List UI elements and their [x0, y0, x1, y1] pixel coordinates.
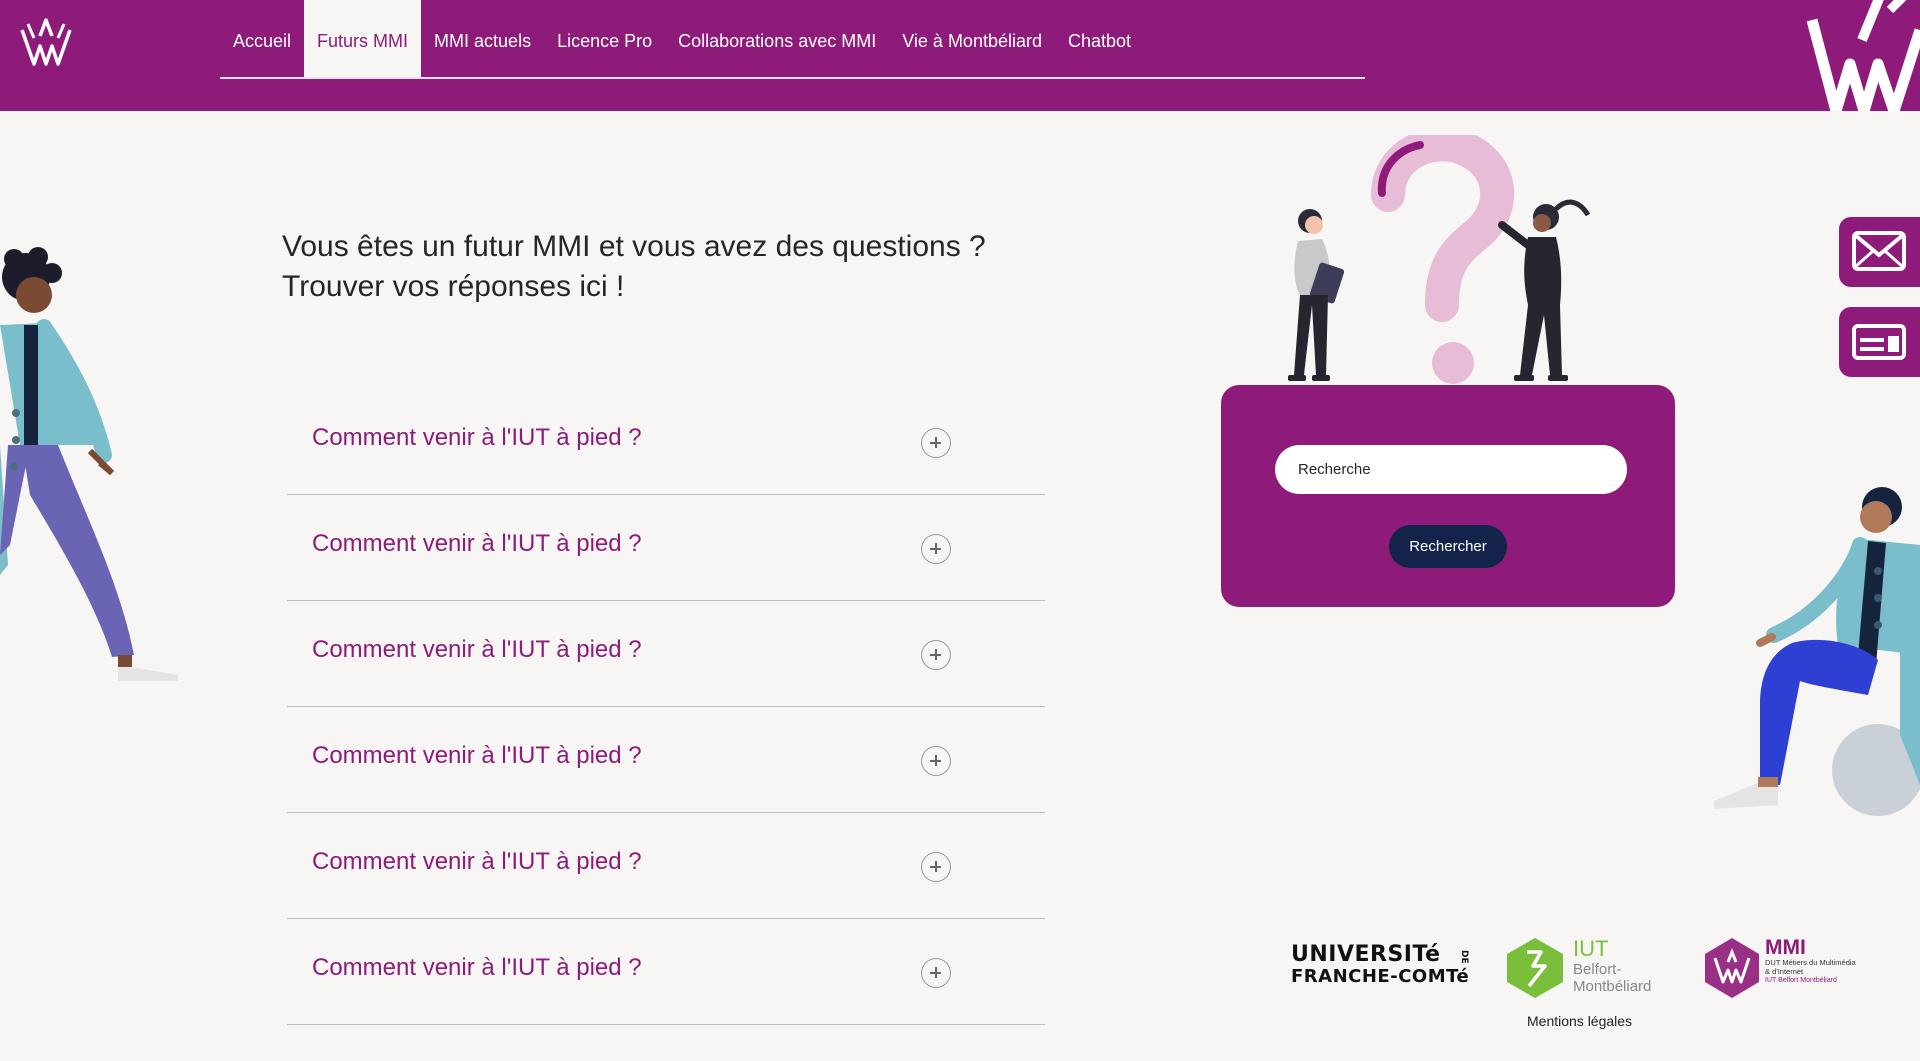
nav-vie-montbeliard[interactable]: Vie à Montbéliard	[889, 0, 1055, 78]
expand-plus-icon[interactable]	[921, 428, 951, 458]
legal-notice-link[interactable]: Mentions légales	[1527, 1013, 1632, 1029]
page-title-line2: Trouver vos réponses ici !	[282, 270, 625, 303]
iut-hexagon-icon	[1507, 938, 1563, 998]
site-header: Accueil Futurs MMI MMI actuels Licence P…	[0, 0, 1920, 111]
faq-question[interactable]: Comment venir à l'IUT à pied ?	[312, 954, 642, 982]
search-input[interactable]	[1275, 445, 1627, 494]
faq-item[interactable]: Comment venir à l'IUT à pied ?	[287, 707, 1045, 813]
expand-plus-icon[interactable]	[921, 958, 951, 988]
iut-belfort-montbeliard-logo[interactable]: IUT Belfort- Montbéliard	[1505, 930, 1665, 1002]
faq-question[interactable]: Comment venir à l'IUT à pied ?	[312, 424, 642, 452]
nav-accueil[interactable]: Accueil	[220, 0, 304, 78]
faq-question[interactable]: Comment venir à l'IUT à pied ?	[312, 530, 642, 558]
faq-question[interactable]: Comment venir à l'IUT à pied ?	[312, 636, 642, 664]
walking-person-illustration	[0, 247, 178, 681]
iut-line1: Belfort-	[1573, 961, 1622, 978]
nav-mmi-actuels[interactable]: MMI actuels	[421, 0, 544, 78]
faq-item[interactable]: Comment venir à l'IUT à pied ?	[287, 919, 1045, 1025]
nav-futurs-mmi[interactable]: Futurs MMI	[304, 0, 422, 78]
ufc-line2: FRANCHE-COMTé	[1291, 966, 1470, 987]
search-card: Recherche r	[1221, 385, 1675, 607]
side-tab-mail[interactable]	[1839, 217, 1920, 287]
nav-underline	[220, 77, 1365, 79]
mmi-line2: & d'Internet	[1765, 966, 1804, 976]
page-title: Vous êtes un futur MMI et vous avez des …	[282, 227, 1062, 307]
expand-plus-icon[interactable]	[921, 746, 951, 776]
mmi-hexagon-icon	[1705, 938, 1759, 998]
newsletter-icon	[1852, 324, 1906, 360]
mail-icon	[1852, 231, 1906, 271]
faq-item[interactable]: Comment venir à l'IUT à pied ?	[287, 813, 1045, 919]
faq-item[interactable]: Comment venir à l'IUT à pied ?	[287, 495, 1045, 601]
page-title-line1: Vous êtes un futur MMI et vous avez des …	[282, 230, 986, 263]
nav-chatbot[interactable]: Chatbot	[1055, 0, 1144, 78]
mmi-subtitle: DUT Métiers du Multimédia & d'Internet	[1765, 958, 1883, 976]
faq-item[interactable]: Comment venir à l'IUT à pied ?	[287, 389, 1045, 495]
faq-list: Comment venir à l'IUT à pied ? Comment v…	[287, 389, 1045, 1025]
partner-logos: UNIVERSITé FRANCHE-COMTé DE IUT Belfort-…	[1285, 930, 1885, 1005]
expand-plus-icon[interactable]	[921, 640, 951, 670]
expand-plus-icon[interactable]	[921, 852, 951, 882]
ufc-line1: UNIVERSITé	[1291, 942, 1441, 967]
faq-item[interactable]: Comment venir à l'IUT à pied ?	[287, 601, 1045, 707]
nav-collaborations[interactable]: Collaborations avec MMI	[665, 0, 889, 78]
search-button[interactable]: Rechercher	[1389, 525, 1507, 568]
faq-question[interactable]: Comment venir à l'IUT à pied ?	[312, 848, 642, 876]
corner-mmi-logo-icon	[1806, 0, 1920, 111]
universite-franche-comte-logo[interactable]: UNIVERSITé FRANCHE-COMTé DE	[1291, 944, 1469, 988]
mmi-title: MMI	[1765, 936, 1806, 959]
mmi-logo-icon[interactable]	[18, 16, 74, 72]
expand-plus-icon[interactable]	[921, 534, 951, 564]
ufc-de: DE	[1459, 950, 1469, 964]
iut-subtitle: Belfort- Montbéliard	[1573, 961, 1651, 995]
faq-question[interactable]: Comment venir à l'IUT à pied ?	[312, 742, 642, 770]
iut-title: IUT	[1573, 936, 1609, 961]
mmi-dut-logo[interactable]: MMI DUT Métiers du Multimédia & d'Intern…	[1703, 930, 1893, 1002]
seated-person-illustration	[1714, 487, 1920, 816]
question-mark-illustration	[1288, 135, 1591, 384]
iut-line2: Montbéliard	[1573, 978, 1652, 995]
nav-licence-pro[interactable]: Licence Pro	[544, 0, 665, 78]
mmi-line3: IUT Belfort Montbéliard	[1765, 977, 1837, 984]
main-nav: Accueil Futurs MMI MMI actuels Licence P…	[220, 0, 1365, 79]
side-tab-newsletter[interactable]	[1839, 307, 1920, 377]
